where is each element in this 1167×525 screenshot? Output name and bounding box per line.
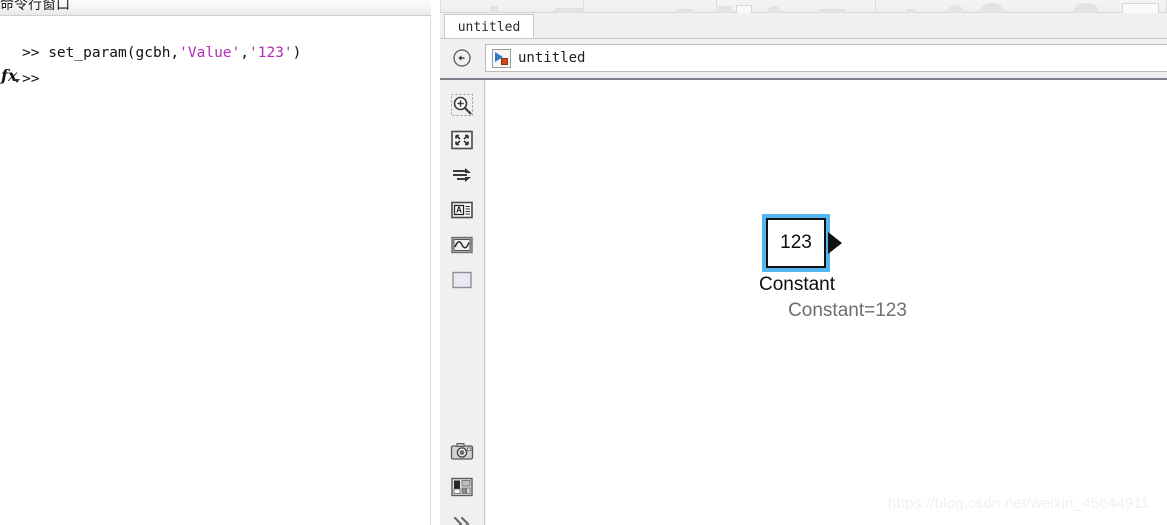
svg-text:A: A: [456, 206, 462, 215]
window-gap: [431, 0, 440, 525]
watermark-text: https://blog.csdn.net/weixin_45644911: [888, 495, 1150, 512]
breadcrumb-path-field[interactable]: untitled: [485, 44, 1167, 72]
tab-untitled[interactable]: untitled: [444, 14, 534, 40]
simulink-model-icon: [492, 49, 511, 68]
breadcrumb-model-name: untitled: [518, 50, 586, 66]
toolstrip-clipped[interactable]: [440, 0, 1167, 16]
breadcrumb-bar: untitled: [440, 39, 1167, 77]
block-body[interactable]: 123: [766, 218, 826, 268]
chevron-expand-icon[interactable]: [450, 512, 474, 525]
fit-to-view-icon[interactable]: [450, 128, 474, 152]
camera-snapshot-icon[interactable]: [450, 440, 474, 464]
canvas-annotation-text: Constant=123: [788, 300, 907, 321]
command-window-panel: 命令行窗口 fx >> set_param(gcbh,'Value','123'…: [0, 0, 431, 525]
scope-viewer-icon[interactable]: [450, 233, 474, 257]
block-output-port[interactable]: [828, 232, 842, 254]
code-token-plain: ,: [240, 45, 249, 61]
command-window-titlebar: 命令行窗口: [0, 0, 431, 16]
simulink-block-constant[interactable]: 123 Constant: [759, 214, 842, 295]
code-token-plain: ): [292, 45, 302, 61]
model-gallery-icon[interactable]: [450, 475, 474, 499]
code-token-string: '123': [249, 45, 293, 61]
annotation-icon[interactable]: A: [450, 198, 474, 222]
back-arrow-icon[interactable]: [453, 49, 471, 67]
model-tabbar: untitled: [440, 13, 1167, 40]
zoom-in-icon[interactable]: [450, 93, 474, 117]
command-window-title: 命令行窗口: [0, 0, 70, 13]
canvas-palette: A: [440, 80, 485, 525]
command-window-body[interactable]: fx >> set_param(gcbh,'Value','123') >>: [0, 17, 431, 525]
block-value-label: 123: [780, 232, 812, 253]
prompt-symbol: >>: [22, 71, 49, 87]
code-token-string: 'Value': [179, 45, 241, 61]
toolstrip-ghost-icon: [490, 6, 498, 13]
screen-root: 命令行窗口 fx >> set_param(gcbh,'Value','123'…: [0, 0, 1167, 525]
command-line-entry: >> set_param(gcbh,'Value','123'): [22, 44, 301, 62]
blank-block-icon[interactable]: [450, 268, 474, 292]
prompt-symbol: >>: [22, 45, 49, 61]
signal-routing-icon[interactable]: [450, 163, 474, 187]
command-input-line[interactable]: >>: [22, 70, 48, 88]
fx-icon[interactable]: fx: [1, 68, 20, 84]
block-name-label: Constant: [758, 274, 836, 295]
code-token-plain: set_param(gcbh,: [48, 45, 180, 61]
